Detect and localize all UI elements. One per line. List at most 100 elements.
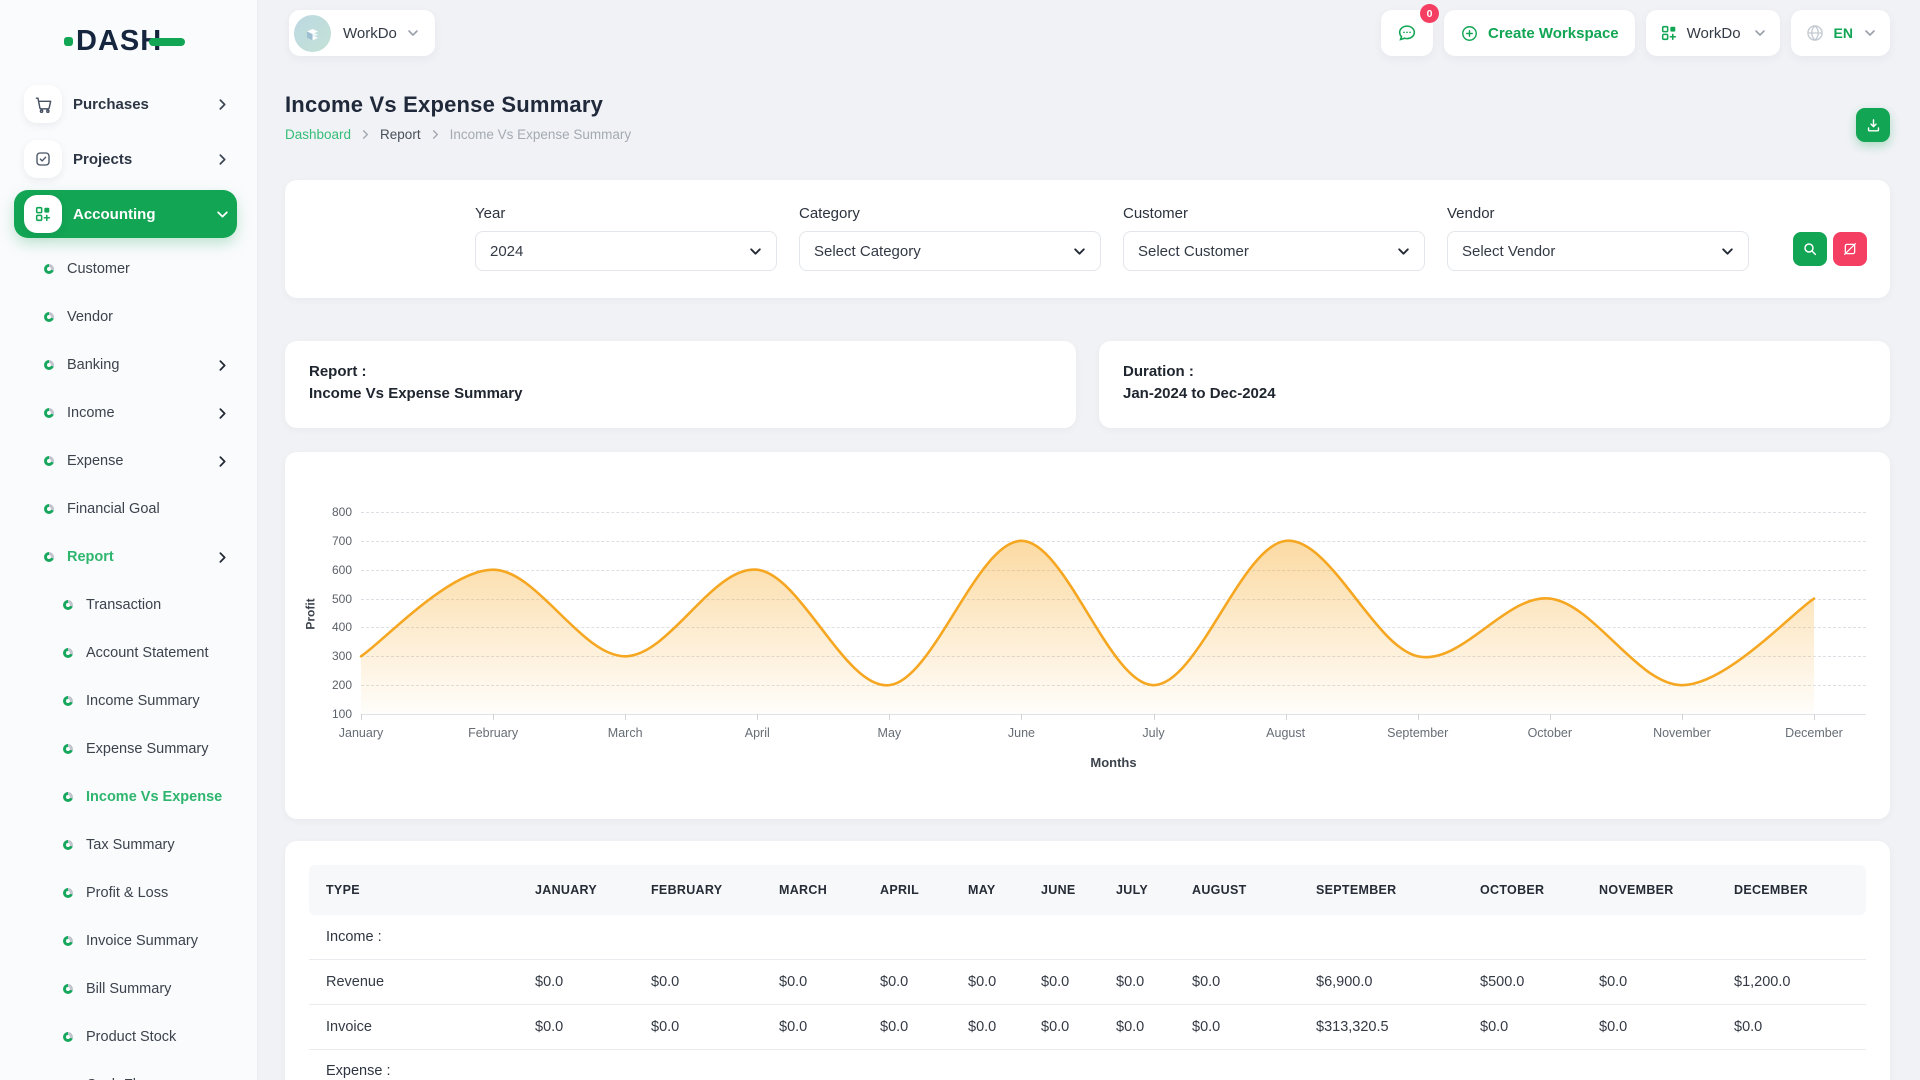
chevron-right-icon [360,129,371,140]
sidebar-item-report[interactable]: Report [14,533,237,581]
row-type: Invoice [309,1004,518,1049]
x-tick-label: June [1008,726,1035,740]
row-value: $0.0 [1463,1004,1582,1049]
row-value: $0.0 [863,1004,951,1049]
bullet-icon [63,600,73,610]
sidebar-item-expense[interactable]: Expense [14,437,237,485]
filter-vendor: Vendor Select Vendor [1447,205,1749,298]
app-root: DASH Purchases Projects [0,0,1920,1080]
sidebar-item-account-statement[interactable]: Account Statement [14,629,237,677]
x-tick [493,714,494,720]
x-tick-label: February [468,726,518,740]
grid-plus-icon [1660,24,1678,42]
language-selector[interactable]: EN [1791,10,1890,56]
bullet-icon [63,888,73,898]
sidebar-item-label: Projects [73,151,216,168]
chevron-right-icon [216,551,229,564]
x-tick-label: November [1653,726,1711,740]
sidebar-item-customer[interactable]: Customer [14,245,237,293]
x-tick-label: May [878,726,902,740]
row-value: $0.0 [518,1004,634,1049]
x-tick [1418,714,1419,720]
apply-filter-button[interactable] [1793,232,1827,266]
area-fill [361,541,1814,714]
sidebar-item-label: Financial Goal [67,501,237,517]
workspace-switcher[interactable]: WorkDo [289,10,435,56]
customer-select[interactable]: Select Customer [1123,231,1425,271]
chevron-down-icon [1397,245,1410,258]
sidebar-item-cash-flow[interactable]: Cash Flow [14,1061,237,1080]
sidebar-item-bill-summary[interactable]: Bill Summary [14,965,237,1013]
x-tick-label: October [1528,726,1572,740]
sidebar-item-vendor[interactable]: Vendor [14,293,237,341]
sidebar-item-accounting[interactable]: Accounting [14,190,237,238]
sidebar-item-transaction[interactable]: Transaction [14,581,237,629]
sidebar-item-label: Income Summary [86,693,237,709]
row-value: $0.0 [1582,959,1717,1004]
download-button[interactable] [1856,108,1890,142]
year-select[interactable]: 2024 [475,231,777,271]
category-select[interactable]: Select Category [799,231,1101,271]
x-tick [1814,714,1815,720]
sidebar-item-financial-goal[interactable]: Financial Goal [14,485,237,533]
bullet-icon [63,1032,73,1042]
sidebar-item-purchases[interactable]: Purchases [14,80,237,128]
row-value: $0.0 [951,1004,1024,1049]
breadcrumb-item: Income Vs Expense Summary [450,127,632,142]
x-tick-label: April [745,726,770,740]
bullet-icon [63,984,73,994]
income-expense-table: TYPEJANUARYFEBRUARYMARCHAPRILMAYJUNEJULY… [309,865,1866,1080]
sidebar-item-product-stock[interactable]: Product Stock [14,1013,237,1061]
y-tick-label: 800 [332,505,352,519]
reset-filter-button[interactable] [1833,232,1867,266]
table-section-row: Expense : [309,1049,1866,1080]
table-column-header: APRIL [863,865,951,915]
breadcrumb-item[interactable]: Report [380,127,421,142]
x-tick [1021,714,1022,720]
bullet-icon [63,936,73,946]
apps-menu-button[interactable]: WorkDo [1646,10,1780,56]
sidebar-item-invoice-summary[interactable]: Invoice Summary [14,917,237,965]
row-value: $0.0 [518,959,634,1004]
row-value: $0.0 [1175,1004,1299,1049]
chevron-right-icon [430,129,441,140]
sidebar-item-label: Vendor [67,309,237,325]
income-expense-table-card: TYPEJANUARYFEBRUARYMARCHAPRILMAYJUNEJULY… [285,841,1890,1080]
report-summary-card: Report : Income Vs Expense Summary [285,341,1076,428]
logo-bar [149,38,185,46]
row-value: $0.0 [1024,1004,1099,1049]
x-tick [1286,714,1287,720]
bullet-icon [63,696,73,706]
bullet-icon [44,312,54,322]
breadcrumb-item[interactable]: Dashboard [285,127,351,142]
sidebar-item-expense-summary[interactable]: Expense Summary [14,725,237,773]
chevron-down-icon [407,27,419,39]
sidebar-item-profit-loss[interactable]: Profit & Loss [14,869,237,917]
logo-dot [64,37,73,46]
chevron-down-icon [1754,27,1766,39]
sidebar-item-projects[interactable]: Projects [14,135,237,183]
row-value: $0.0 [863,959,951,1004]
create-workspace-button[interactable]: Create Workspace [1444,10,1635,56]
sidebar-item-label: Report [67,549,216,565]
messages-button[interactable]: 0 [1381,10,1433,56]
topbar: WorkDo 0 Create Workspace WorkDo [285,0,1890,66]
row-value: $0.0 [634,959,762,1004]
vendor-value: Select Vendor [1462,243,1555,260]
app-logo[interactable]: DASH [64,26,257,56]
sidebar-item-banking[interactable]: Banking [14,341,237,389]
sidebar-item-label: Bill Summary [86,981,237,997]
table-row: Revenue$0.0$0.0$0.0$0.0$0.0$0.0$0.0$0.0$… [309,959,1866,1004]
sidebar-item-income-vs-expense[interactable]: Income Vs Expense [14,773,237,821]
grid-plus-icon [24,195,62,233]
y-tick-label: 500 [332,592,352,606]
sidebar-item-income[interactable]: Income [14,389,237,437]
sidebar-item-tax-summary[interactable]: Tax Summary [14,821,237,869]
table-section-row: Income : [309,915,1866,959]
vendor-select[interactable]: Select Vendor [1447,231,1749,271]
y-tick-label: 300 [332,649,352,663]
x-tick [625,714,626,720]
sidebar-item-income-summary[interactable]: Income Summary [14,677,237,725]
page-header: Income Vs Expense Summary Dashboard Repor… [285,92,1890,142]
page-title: Income Vs Expense Summary [285,92,631,118]
